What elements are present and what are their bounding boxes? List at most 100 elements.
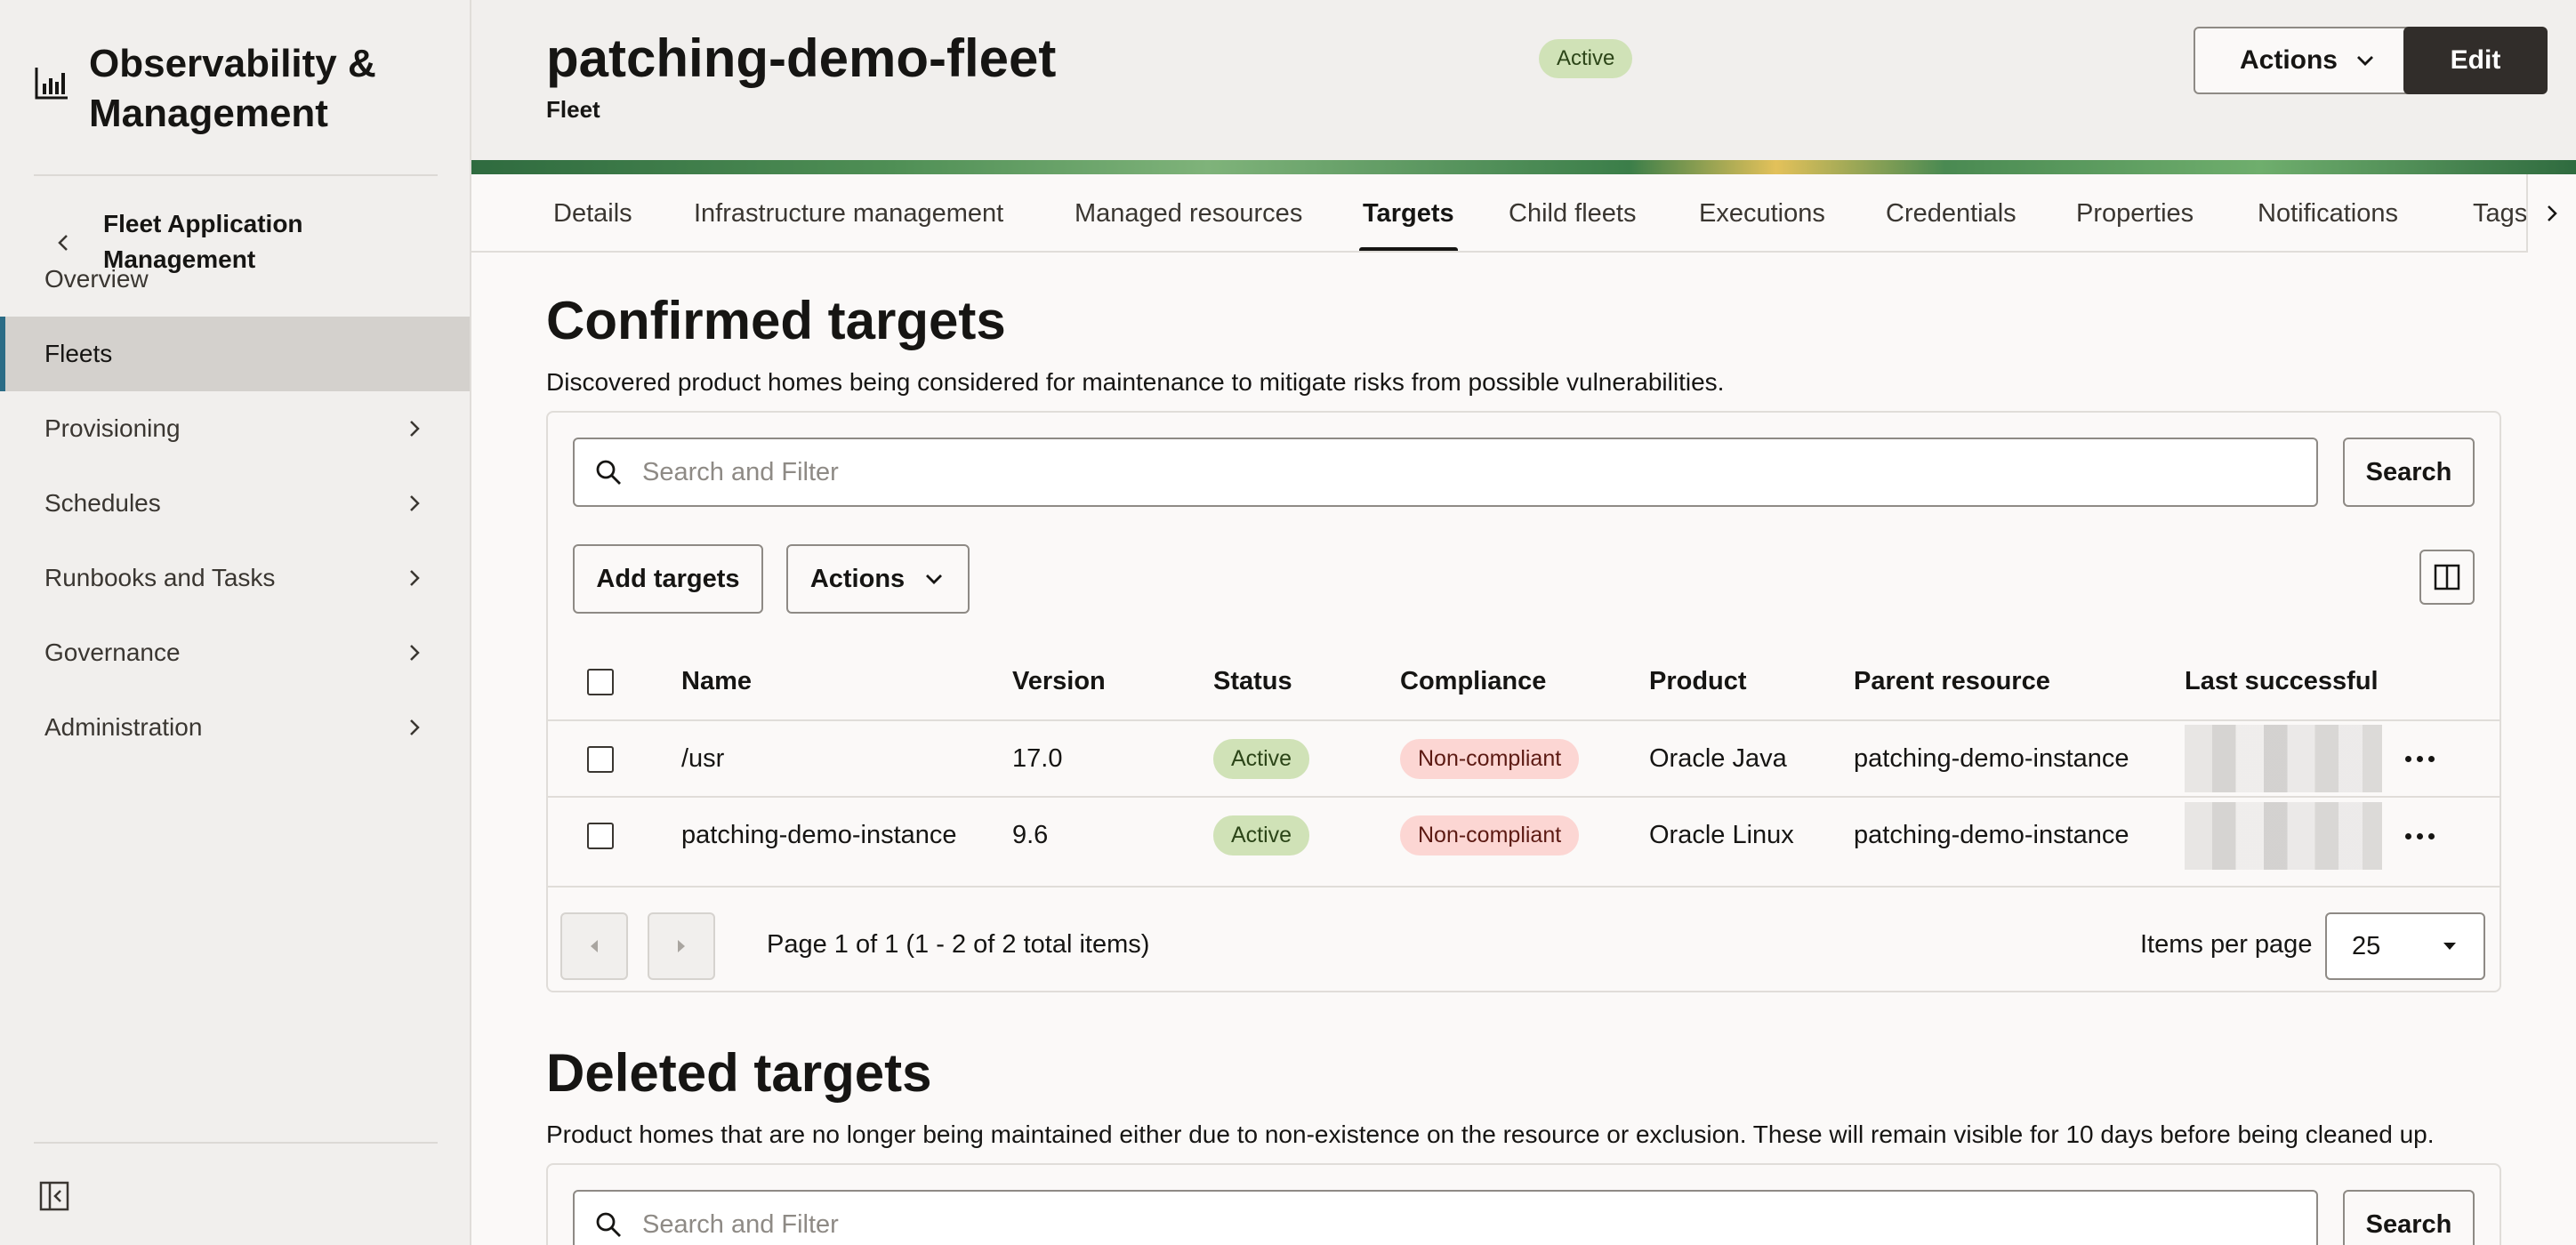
column-product[interactable]: Product [1649, 644, 1854, 720]
tab-properties[interactable]: Properties [2076, 174, 2194, 251]
chevron-right-icon [2548, 205, 2557, 221]
sidebar-nav: Overview Fleets Provisioning Schedules R… [0, 265, 470, 765]
caret-left-icon [591, 940, 598, 952]
column-last-successful[interactable]: Last successful di [2185, 644, 2386, 720]
deleted-targets-description: Product homes that are no longer being m… [546, 1120, 2435, 1148]
sidebar: Observability & Management Fleet Applica… [0, 0, 471, 1245]
brand-title: Observability & Management [89, 42, 376, 135]
chevron-down-icon [926, 574, 943, 584]
tab-executions[interactable]: Executions [1699, 174, 1825, 251]
target-product: Oracle Java [1649, 719, 1854, 797]
pagination: Page 1 of 1 (1 - 2 of 2 total items) Ite… [548, 886, 2500, 996]
table-header-row: Name Version Status Compliance Product P… [548, 644, 2501, 720]
chevron-right-icon [410, 645, 420, 661]
edit-button[interactable]: Edit [2403, 27, 2548, 94]
deleted-targets-panel: Search [546, 1163, 2501, 1245]
page-subtitle: Fleet [546, 96, 600, 123]
header-actions-button[interactable]: Actions [2194, 27, 2423, 94]
sidebar-item-overview[interactable]: Overview [0, 242, 470, 317]
chart-icon [35, 68, 68, 100]
tab-credentials[interactable]: Credentials [1886, 174, 2017, 251]
sidebar-item-provisioning[interactable]: Provisioning [0, 391, 470, 466]
column-manager-button[interactable] [2419, 550, 2475, 605]
columns-icon [2434, 564, 2460, 590]
caret-right-icon [678, 940, 685, 952]
target-product: Oracle Linux [1649, 796, 1854, 873]
chevron-right-icon [410, 570, 420, 586]
sidebar-item-runbooks[interactable]: Runbooks and Tasks [0, 541, 470, 615]
table-row[interactable]: patching-demo-instance 9.6 Active Non-co… [548, 796, 2501, 873]
more-actions-icon[interactable] [2405, 756, 2435, 763]
sidebar-item-label: Governance [44, 639, 181, 666]
sidebar-item-label: Overview [44, 265, 149, 293]
deleted-search-filter-field[interactable] [573, 1190, 2318, 1245]
sidebar-item-fleets[interactable]: Fleets [0, 317, 470, 391]
search-filter-field[interactable] [573, 438, 2318, 507]
collapse-sidebar-icon[interactable] [39, 1181, 69, 1211]
tab-infrastructure-management[interactable]: Infrastructure management [694, 174, 1003, 251]
tab-details[interactable]: Details [553, 174, 632, 251]
column-compliance[interactable]: Compliance [1400, 644, 1649, 720]
row-checkbox[interactable] [587, 745, 614, 773]
sidebar-item-administration[interactable]: Administration [0, 690, 470, 765]
targets-table: Name Version Status Compliance Product P… [548, 644, 2501, 873]
items-per-page-select[interactable]: 25 [2325, 912, 2485, 980]
add-targets-button[interactable]: Add targets [573, 544, 763, 614]
redacted-value [2185, 725, 2382, 792]
target-parent-resource: patching-demo-instance [1854, 796, 2185, 873]
sidebar-divider [34, 1142, 438, 1144]
search-input[interactable] [642, 457, 2243, 487]
sidebar-item-schedules[interactable]: Schedules [0, 466, 470, 541]
target-name: /usr [681, 719, 1012, 797]
row-checkbox[interactable] [587, 823, 614, 850]
tab-scroll-right-button[interactable] [2526, 174, 2576, 253]
compliance-badge: Non-compliant [1400, 738, 1580, 779]
target-version: 17.0 [1012, 719, 1213, 797]
column-name[interactable]: Name [681, 644, 1012, 720]
tab-tags[interactable]: Tags [2473, 174, 2527, 251]
tab-child-fleets[interactable]: Child fleets [1509, 174, 1636, 251]
status-badge: Active [1213, 738, 1310, 779]
actions-label: Actions [809, 564, 906, 593]
tab-bar: Details Infrastructure management Manage… [471, 174, 2576, 253]
items-per-page-value: 25 [2352, 931, 2381, 960]
confirmed-targets-title: Confirmed targets [546, 291, 1006, 350]
caret-down-icon [2443, 943, 2456, 950]
previous-page-button[interactable] [560, 912, 628, 980]
deleted-search-input[interactable] [642, 1209, 2243, 1240]
search-icon [596, 460, 621, 485]
column-version[interactable]: Version [1012, 644, 1213, 720]
sidebar-item-governance[interactable]: Governance [0, 615, 470, 690]
search-button[interactable]: Search [2343, 438, 2475, 507]
sidebar-item-label: Runbooks and Tasks [44, 564, 276, 591]
redacted-value [2185, 801, 2382, 870]
tab-managed-resources[interactable]: Managed resources [1075, 174, 1302, 251]
next-page-button[interactable] [648, 912, 715, 980]
deleted-targets-title: Deleted targets [546, 1043, 932, 1103]
compliance-badge: Non-compliant [1400, 815, 1580, 855]
confirmed-targets-description: Discovered product homes being considere… [546, 368, 1725, 396]
table-actions-button[interactable]: Actions [786, 544, 970, 614]
sidebar-divider [34, 174, 438, 176]
chevron-right-icon [410, 421, 420, 437]
page-header: patching-demo-fleet Active Fleet Actions… [471, 0, 2576, 160]
select-all-checkbox[interactable] [587, 669, 614, 696]
actions-label: Actions [2239, 45, 2338, 75]
tab-notifications[interactable]: Notifications [2258, 174, 2398, 251]
target-parent-resource: patching-demo-instance [1854, 719, 2185, 797]
table-row[interactable]: /usr 17.0 Active Non-compliant Oracle Ja… [548, 719, 2501, 797]
sidebar-item-label: Schedules [44, 489, 161, 517]
sidebar-item-label: Provisioning [44, 414, 181, 442]
more-actions-icon[interactable] [2405, 832, 2435, 839]
column-status[interactable]: Status [1213, 644, 1400, 720]
deleted-search-button[interactable]: Search [2343, 1190, 2475, 1245]
search-icon [596, 1212, 621, 1237]
tab-targets[interactable]: Targets [1359, 174, 1458, 251]
status-badge: Active [1539, 39, 1633, 78]
brand: Observability & Management [34, 39, 480, 139]
page-title: patching-demo-fleet [546, 28, 1057, 88]
column-parent-resource[interactable]: Parent resource [1854, 644, 2185, 720]
status-badge: Active [1213, 815, 1310, 855]
target-name: patching-demo-instance [681, 796, 1012, 873]
target-version: 9.6 [1012, 796, 1213, 873]
